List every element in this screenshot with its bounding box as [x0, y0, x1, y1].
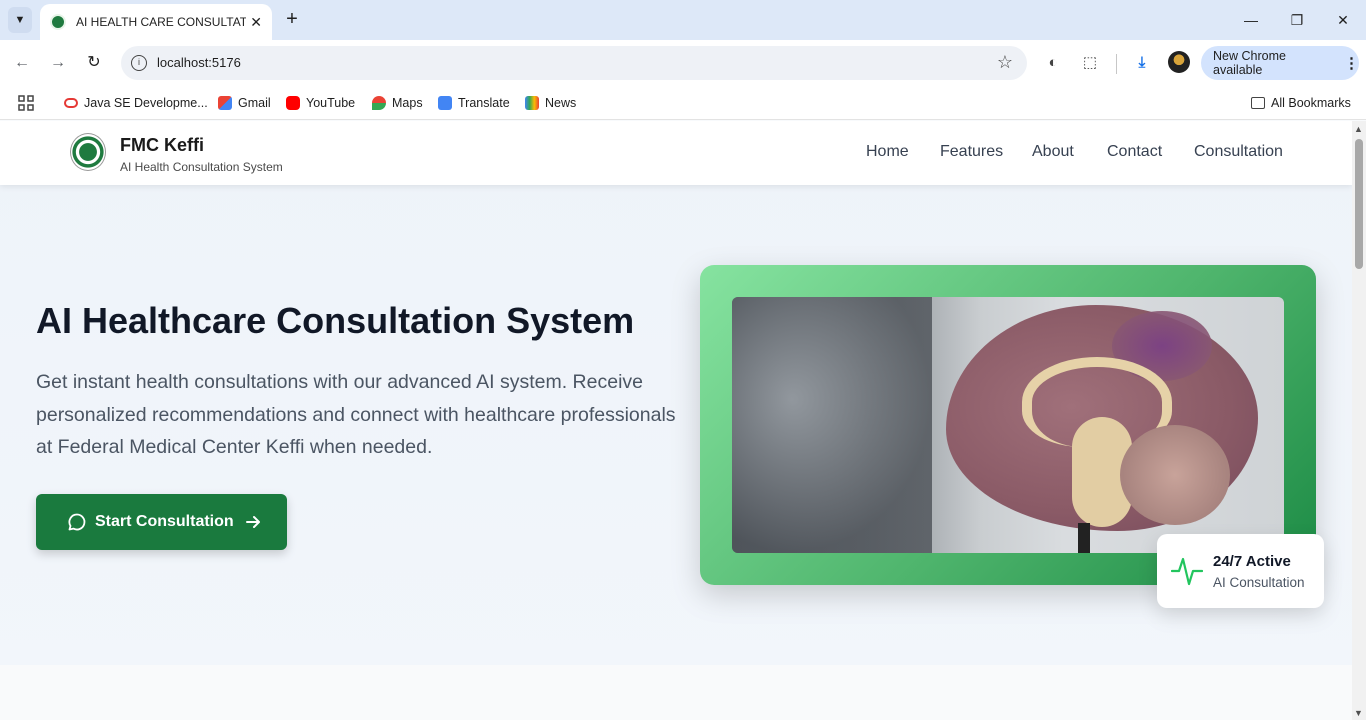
nav-features[interactable]: Features — [940, 143, 1003, 161]
all-bookmarks[interactable]: All Bookmarks — [1251, 92, 1351, 114]
bookmark-maps[interactable]: Maps — [372, 92, 423, 114]
bookmark-label: News — [545, 96, 577, 110]
bookmark-label: Maps — [392, 96, 423, 110]
site-info-icon[interactable]: i — [131, 55, 147, 71]
nav-consultation[interactable]: Consultation — [1194, 143, 1283, 161]
new-chrome-available-button[interactable]: New Chrome available ⋮ — [1201, 46, 1359, 80]
maps-pin-icon — [372, 96, 386, 110]
bookmark-gmail[interactable]: Gmail — [218, 92, 271, 114]
browser-tab-active[interactable]: AI HEALTH CARE CONSULTATION ✕ — [40, 4, 272, 40]
browser-tab-bar: ▼ AI HEALTH CARE CONSULTATION ✕ + — ❐ ✕ — [0, 0, 1366, 40]
nav-about[interactable]: About — [1032, 143, 1074, 161]
hero-description: Get instant health consultations with ou… — [36, 371, 676, 458]
bookmarks-bar: Java SE Developme... Gmail YouTube Maps … — [0, 86, 1366, 120]
cta-label: Start Consultation — [95, 513, 234, 530]
bookmark-star-icon[interactable]: ☆ — [997, 52, 1013, 73]
cerebellum — [1120, 425, 1230, 525]
brand-name[interactable]: FMC Keffi — [120, 135, 204, 156]
availability-badge: 24/7 Active AI Consultation — [1157, 534, 1324, 608]
badge-title: 24/7 Active — [1213, 553, 1291, 570]
menu-kebab-icon[interactable]: ⋮ — [1344, 54, 1359, 72]
heartbeat-pulse-icon — [1171, 557, 1203, 586]
bookmark-label: Java SE Developme... — [84, 96, 208, 110]
web-page: FMC Keffi AI Health Consultation System … — [0, 121, 1352, 720]
hero-title: AI Healthcare Consultation System — [36, 300, 635, 341]
brand-subtitle: AI Health Consultation System — [120, 160, 283, 174]
update-label: New Chrome available — [1213, 49, 1286, 77]
gmail-icon — [218, 96, 232, 110]
translate-icon — [438, 96, 452, 110]
nav-home[interactable]: Home — [866, 143, 909, 161]
toolbar-divider — [1116, 54, 1117, 74]
tab-title: AI HEALTH CARE CONSULTATION — [76, 15, 246, 29]
bookmark-label: YouTube — [306, 96, 356, 110]
folder-icon — [1251, 97, 1265, 109]
fmc-logo-icon[interactable] — [70, 133, 106, 171]
download-icon[interactable]: ⤓ — [1132, 53, 1152, 73]
bookmark-label: Translate — [458, 96, 510, 110]
profile-avatar[interactable] — [1168, 51, 1190, 73]
scroll-thumb[interactable] — [1355, 139, 1363, 269]
address-bar[interactable]: i localhost:5176 ☆ — [121, 46, 1027, 80]
tab-search-chevron-icon[interactable]: ▼ — [8, 7, 32, 33]
image-background — [732, 297, 932, 553]
page-scrollbar[interactable]: ▲ ▼ — [1352, 121, 1366, 720]
scroll-down-icon[interactable]: ▼ — [1354, 708, 1363, 718]
tab-close-icon[interactable]: ✕ — [250, 14, 262, 31]
bookmark-translate[interactable]: Translate — [438, 92, 510, 114]
start-consultation-button[interactable]: Start Consultation — [36, 494, 287, 550]
restore-icon[interactable]: ❐ — [1285, 8, 1309, 32]
bookmark-news[interactable]: News — [525, 92, 576, 114]
site-favicon-icon — [50, 14, 66, 30]
badge-subtitle: AI Consultation — [1213, 575, 1305, 590]
browser-toolbar: ← → ↻ i localhost:5176 ☆ ◐ ⬚ ⤓ New Chrom… — [0, 40, 1366, 86]
site-navbar: FMC Keffi AI Health Consultation System … — [0, 121, 1352, 185]
url-text[interactable]: localhost:5176 — [157, 55, 241, 70]
bookmark-youtube[interactable]: YouTube — [286, 92, 355, 114]
youtube-icon — [286, 96, 300, 110]
arrow-right-icon — [245, 516, 260, 528]
all-bookmarks-label: All Bookmarks — [1271, 96, 1351, 110]
news-icon — [525, 96, 539, 110]
minimize-icon[interactable]: — — [1239, 8, 1263, 32]
next-section — [0, 665, 1352, 720]
scroll-up-icon[interactable]: ▲ — [1354, 124, 1363, 134]
new-tab-plus-icon[interactable]: + — [282, 9, 302, 29]
apps-grid-icon[interactable] — [18, 92, 34, 114]
bookmark-label: Gmail — [238, 96, 271, 110]
brain-model-image — [732, 297, 1284, 553]
nav-contact[interactable]: Contact — [1107, 143, 1162, 161]
extensions-icon[interactable]: ⬚ — [1080, 53, 1100, 73]
extension-puzzle-icon[interactable]: ◐ — [1043, 53, 1063, 73]
window-close-icon[interactable]: ✕ — [1331, 8, 1355, 32]
bookmark-java[interactable]: Java SE Developme... — [64, 92, 208, 114]
model-stand — [1078, 523, 1090, 553]
forward-arrow-icon[interactable]: → — [46, 51, 70, 75]
oracle-icon — [64, 98, 78, 108]
reload-icon[interactable]: ↻ — [82, 51, 106, 75]
chat-bubble-icon — [68, 513, 86, 531]
back-arrow-icon[interactable]: ← — [10, 51, 34, 75]
